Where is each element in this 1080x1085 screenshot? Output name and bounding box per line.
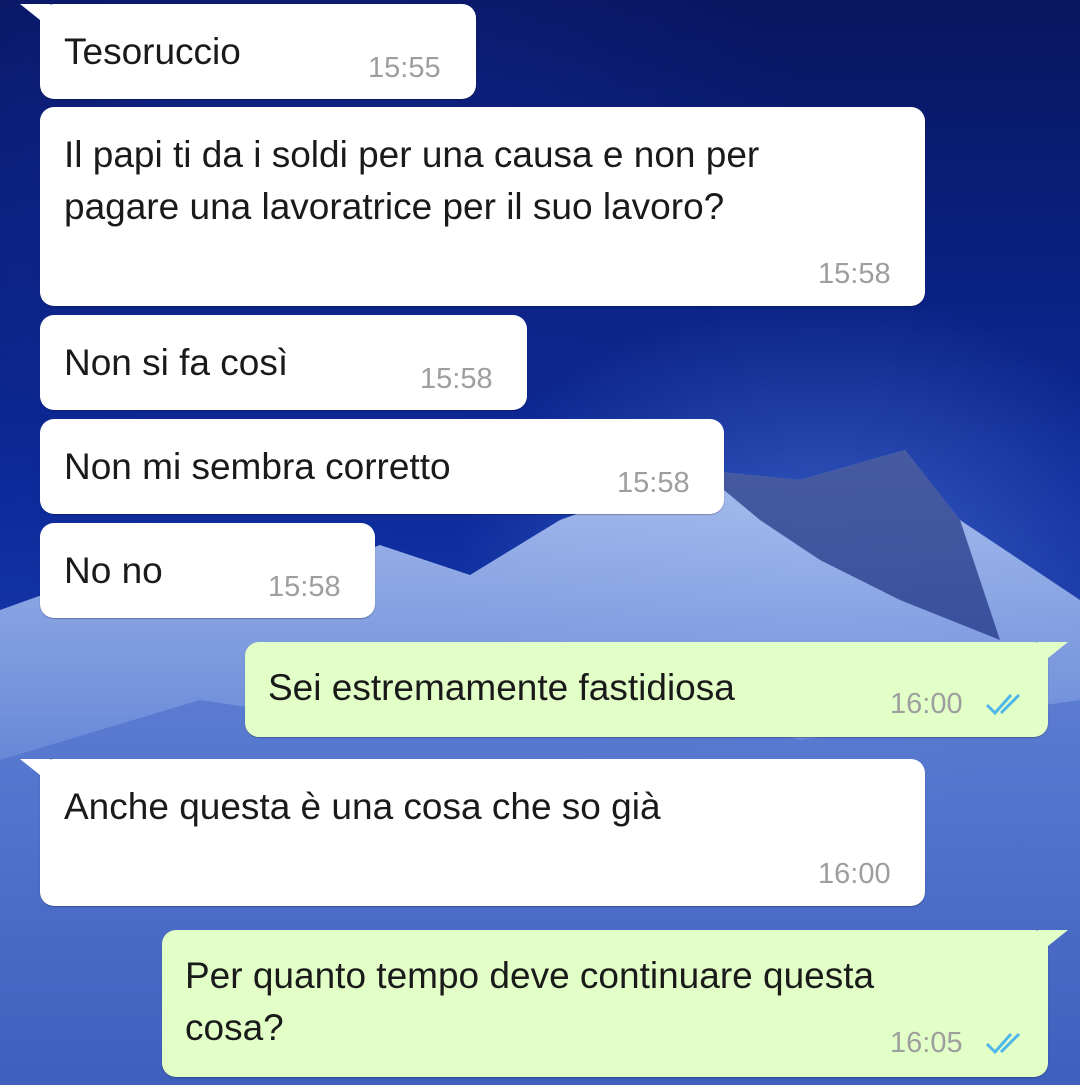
message-time: 15:58: [617, 467, 690, 499]
incoming-message[interactable]: Anche questa è una cosa che so già 16:00: [40, 759, 925, 906]
outgoing-message[interactable]: Per quanto tempo deve continuare questa …: [162, 930, 1048, 1077]
bubble-tail: [20, 759, 50, 783]
message-text: Sei estremamente fastidiosa: [268, 667, 735, 708]
message-time: 16:00: [818, 858, 891, 890]
message-text: Non si fa così: [64, 342, 289, 383]
bubble-tail: [1038, 930, 1068, 954]
incoming-message[interactable]: Tesoruccio 15:55: [40, 4, 476, 99]
outgoing-message[interactable]: Sei estremamente fastidiosa 16:00: [245, 642, 1048, 737]
incoming-message[interactable]: Non mi sembra corretto 15:58: [40, 419, 724, 514]
message-text: No no: [64, 550, 163, 591]
message-text-line: Per quanto tempo deve continuare questa: [185, 955, 875, 996]
double-check-read-icon: [985, 1032, 1021, 1055]
incoming-message[interactable]: Non si fa così 15:58: [40, 315, 527, 410]
message-text: Non mi sembra corretto: [64, 446, 451, 487]
incoming-message[interactable]: No no 15:58: [40, 523, 375, 618]
message-time: 16:00: [890, 688, 963, 720]
double-check-read-icon: [985, 693, 1021, 716]
message-text: Anche questa è una cosa che so già: [64, 786, 661, 827]
message-text: Tesoruccio: [64, 31, 241, 72]
message-text-line: Il papi ti da i soldi per una causa e no…: [64, 134, 760, 175]
incoming-message[interactable]: Il papi ti da i soldi per una causa e no…: [40, 107, 925, 306]
message-time: 15:58: [268, 571, 341, 603]
bubble-tail: [1038, 642, 1068, 666]
message-time: 15:58: [818, 258, 891, 290]
message-text-line: pagare una lavoratrice per il suo lavoro…: [64, 186, 725, 227]
message-time: 15:58: [420, 363, 493, 395]
message-text-line: cosa?: [185, 1007, 284, 1048]
message-time: 15:55: [368, 52, 441, 84]
message-time: 16:05: [890, 1027, 963, 1059]
bubble-tail: [20, 4, 50, 28]
